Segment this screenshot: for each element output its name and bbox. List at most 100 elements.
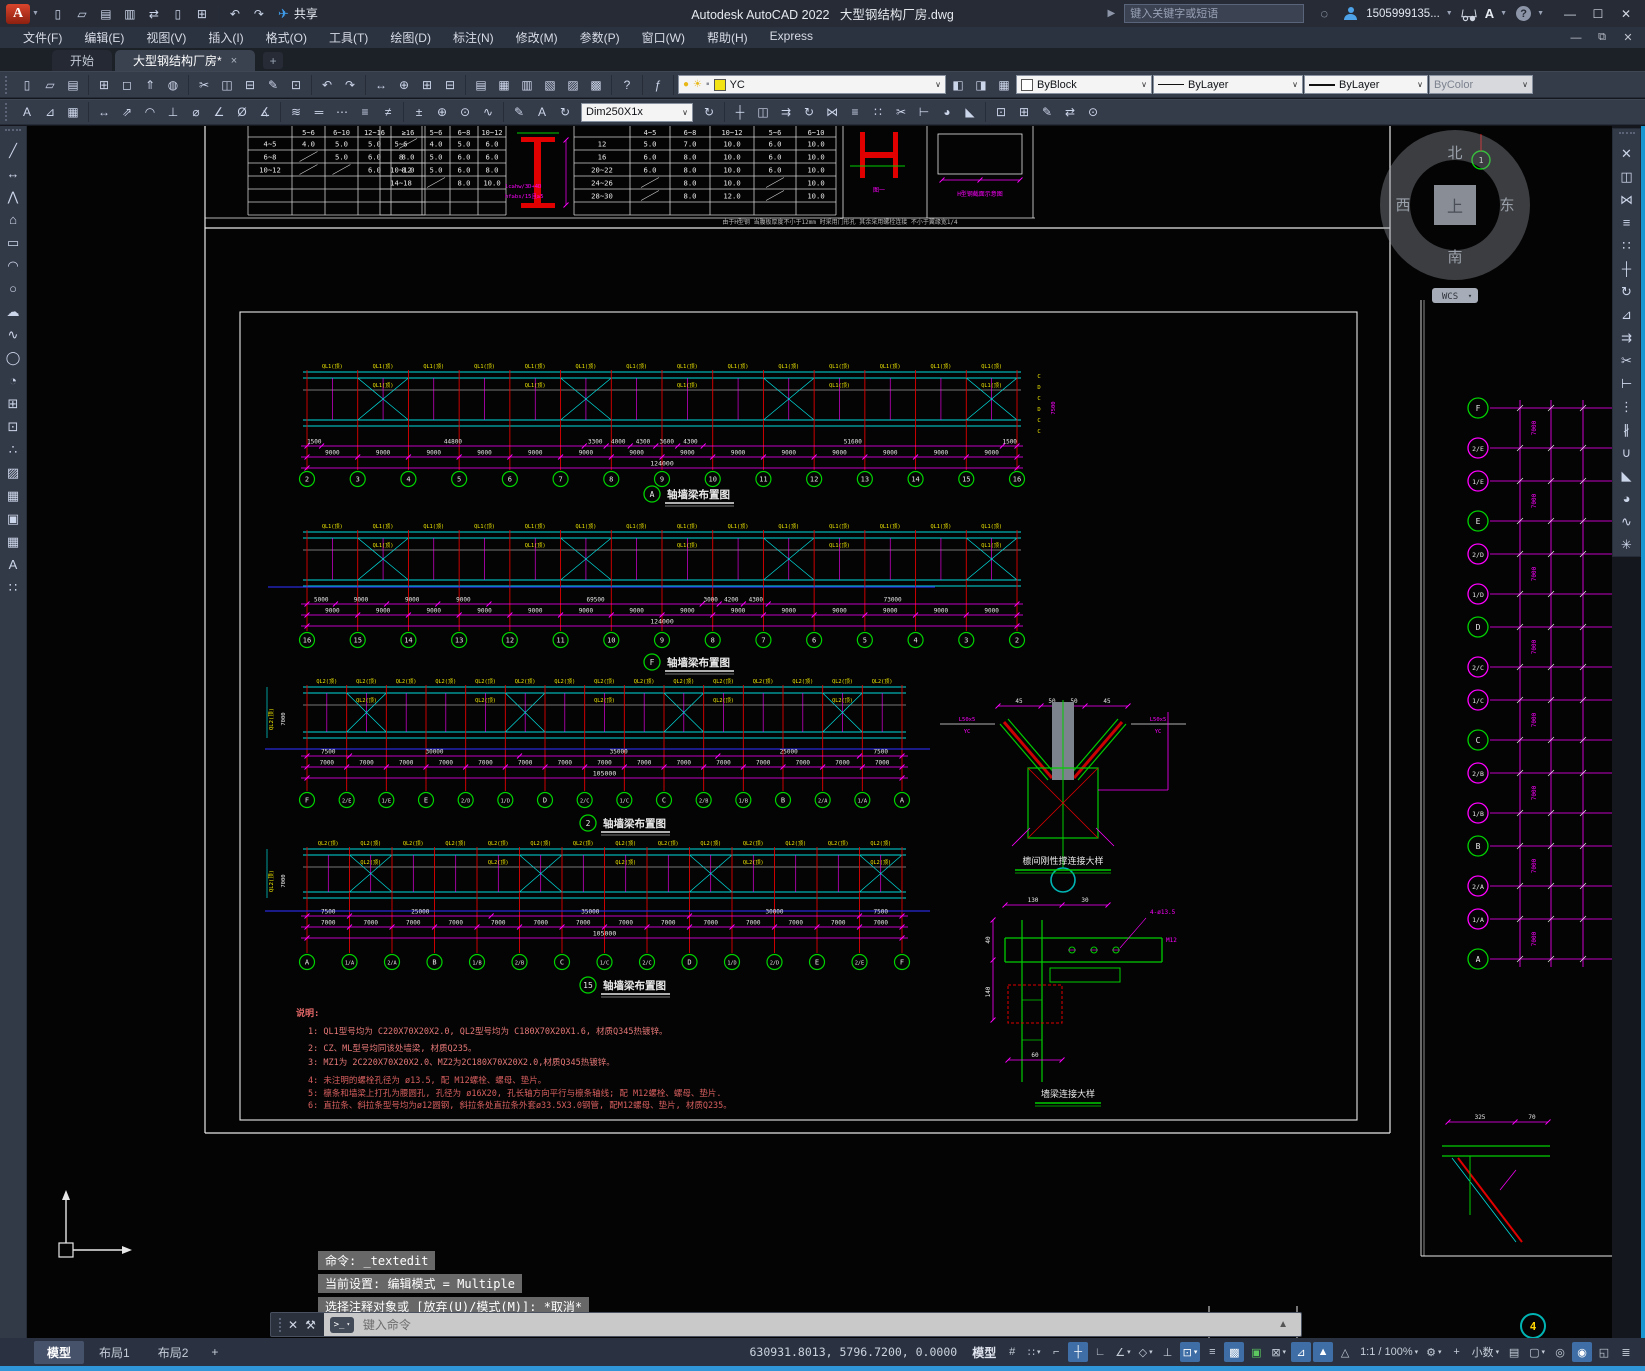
tab-document[interactable]: 大型钢结构厂房* ×	[115, 50, 256, 71]
clean-screen-toggle[interactable]: ◱	[1594, 1342, 1614, 1362]
fillet-button[interactable]: ◕	[1615, 487, 1638, 510]
paste-button[interactable]: ⊟	[239, 75, 261, 95]
chamfer-button[interactable]: ◣	[1615, 464, 1638, 487]
menu-9[interactable]: 修改(M)	[505, 29, 569, 46]
workspace-switching-toggle[interactable]: ⚙ ▾	[1423, 1342, 1444, 1362]
annotation-monitor-toggle[interactable]: +	[1447, 1342, 1467, 1362]
dim-diameter-button[interactable]: Ø	[231, 102, 253, 122]
menu-11[interactable]: 窗口(W)	[631, 29, 696, 46]
dynamic-input-toggle[interactable]: ┼	[1068, 1342, 1089, 1362]
drawing-area[interactable]: 5~6 6~10 12~16 ≥16 4~5 4.0 5.0 5.0 6~8 5.0 6.0 8.0 1…	[27, 126, 1612, 1339]
isometric-drafting-toggle[interactable]: ◇ ▾	[1136, 1342, 1156, 1362]
dim-space-button[interactable]: ≡	[354, 102, 376, 122]
mirror-button[interactable]: ⋈	[1615, 188, 1638, 211]
zoom-window-button[interactable]: ⊞	[416, 75, 438, 95]
transparency-toggle[interactable]: ▩	[1224, 1342, 1245, 1362]
menu-13[interactable]: Express	[759, 29, 824, 43]
stretch-button[interactable]: ⇉	[775, 102, 797, 122]
lineweight-display-toggle[interactable]: ≡	[1202, 1342, 1222, 1362]
help-button[interactable]: ?	[616, 75, 638, 95]
copy-button[interactable]: ◫	[752, 102, 774, 122]
field-button[interactable]: ƒ	[647, 75, 669, 95]
dim-break-button[interactable]: ≠	[377, 102, 399, 122]
copy-button[interactable]: ◫	[1615, 165, 1638, 188]
snap-mode-toggle[interactable]: ∷ ▾	[1024, 1342, 1044, 1362]
dim-text-edit-button[interactable]: A	[531, 102, 553, 122]
menu-12[interactable]: 帮助(H)	[696, 29, 759, 46]
new-button[interactable]: ▯	[47, 4, 69, 24]
publish-button[interactable]: ⇑	[139, 75, 161, 95]
dim-jogged-button[interactable]: ∠	[208, 102, 230, 122]
linetype-combo[interactable]: ByLayer ∨	[1153, 75, 1303, 94]
rotate-button[interactable]: ↻	[798, 102, 820, 122]
dim-style-manager-button[interactable]: ⊿	[39, 102, 61, 122]
grid-mode-toggle[interactable]: #	[1002, 1342, 1022, 1362]
point-button[interactable]: ∴	[2, 438, 25, 461]
etransmit-button[interactable]: ◍	[162, 75, 184, 95]
pan-button[interactable]: ↔	[370, 75, 392, 95]
blend-button[interactable]: ∿	[1615, 510, 1638, 533]
menu-4[interactable]: 插入(I)	[197, 29, 254, 46]
undo-button[interactable]: ↶	[316, 75, 338, 95]
customization-toggle[interactable]: ≣	[1616, 1342, 1636, 1362]
command-input[interactable]	[360, 1316, 1272, 1333]
zoom-realtime-button[interactable]: ⊕	[393, 75, 415, 95]
save-button[interactable]: ▤	[62, 75, 84, 95]
doc-close-button[interactable]: ✕	[1617, 30, 1639, 46]
menu-6[interactable]: 工具(T)	[318, 29, 379, 46]
extend-button[interactable]: ⊢	[913, 102, 935, 122]
ortho-mode-toggle[interactable]: ∟	[1090, 1342, 1110, 1362]
toolbar-grip[interactable]	[1618, 132, 1635, 139]
multiline-text-button[interactable]: A	[2, 553, 25, 576]
new-layout-button[interactable]: +	[203, 1342, 226, 1362]
menu-5[interactable]: 格式(O)	[255, 29, 318, 46]
autoscale-toggle[interactable]: △	[1335, 1342, 1355, 1362]
insert-block-button[interactable]: ⊞	[1013, 102, 1035, 122]
transfer-button[interactable]: ⇄	[143, 4, 165, 24]
polygon-button[interactable]: ⌂	[2, 208, 25, 231]
create-block-button[interactable]: ⊡	[2, 415, 25, 438]
break-button[interactable]: ∦	[1615, 418, 1638, 441]
dim-update-button[interactable]: ↻	[698, 102, 720, 122]
menu-7[interactable]: 绘图(D)	[379, 29, 442, 46]
explode-button[interactable]: ✳	[1615, 533, 1638, 556]
quick-properties-toggle[interactable]: ▤	[1504, 1342, 1524, 1362]
menu-3[interactable]: 视图(V)	[135, 29, 197, 46]
menu-10[interactable]: 参数(P)	[569, 29, 631, 46]
hatch-button[interactable]: ▨	[2, 461, 25, 484]
open-button[interactable]: ▱	[39, 75, 61, 95]
account-menu[interactable]: 1505999135... ▼	[1366, 8, 1452, 20]
doc-restore-button[interactable]: ⧉	[1591, 30, 1613, 46]
fillet-button[interactable]: ◕	[936, 102, 958, 122]
doc-minimize-button[interactable]: —	[1565, 30, 1587, 46]
properties-button[interactable]: ▤	[470, 75, 492, 95]
layer-previous-button[interactable]: ◨	[970, 75, 992, 95]
menu-2[interactable]: 编辑(E)	[73, 29, 135, 46]
trim-button[interactable]: ✂	[890, 102, 912, 122]
make-block-button[interactable]: ⊡	[990, 102, 1012, 122]
erase-button[interactable]: ✕	[1615, 142, 1638, 165]
color-combo[interactable]: ByBlock ∨	[1016, 75, 1152, 94]
table-button[interactable]: ▦	[2, 530, 25, 553]
save-as-button[interactable]: ▥	[119, 4, 141, 24]
quick-calc-button[interactable]: ▩	[585, 75, 607, 95]
close-button[interactable]: ✕	[1613, 4, 1639, 24]
menu-8[interactable]: 标注(N)	[442, 29, 505, 46]
infocenter-collapse-icon[interactable]: ▶	[1108, 8, 1116, 19]
infer-constraints-toggle[interactable]: ⌐	[1046, 1342, 1066, 1362]
dim-update-button[interactable]: ↻	[554, 102, 576, 122]
cut-button[interactable]: ✂	[193, 75, 215, 95]
drawing-canvas[interactable]: 5~6 6~10 12~16 ≥16 4~5 4.0 5.0 5.0 6~8 5.0 6.0 8.0 1…	[27, 126, 1612, 1339]
plot-button[interactable]: ⊞	[93, 75, 115, 95]
circle-button[interactable]: ○	[2, 277, 25, 300]
object-snap-toggle[interactable]: ⊡ ▾	[1179, 1342, 1201, 1362]
maximize-button[interactable]: ☐	[1585, 4, 1611, 24]
table-style-button[interactable]: ▦	[62, 102, 84, 122]
layout-tab-layout1[interactable]: 布局1	[86, 1341, 143, 1364]
isolate-objects-toggle[interactable]: ◎	[1550, 1342, 1570, 1362]
share-button[interactable]: ✈ 共享	[278, 5, 318, 22]
toolbar-grip[interactable]	[5, 75, 11, 94]
layer-combo[interactable]: ● ☀ ▪ YC ∨	[678, 75, 946, 94]
app-menu-button[interactable]: A ▼	[6, 3, 39, 24]
revision-cloud-button[interactable]: ☁	[2, 300, 25, 323]
